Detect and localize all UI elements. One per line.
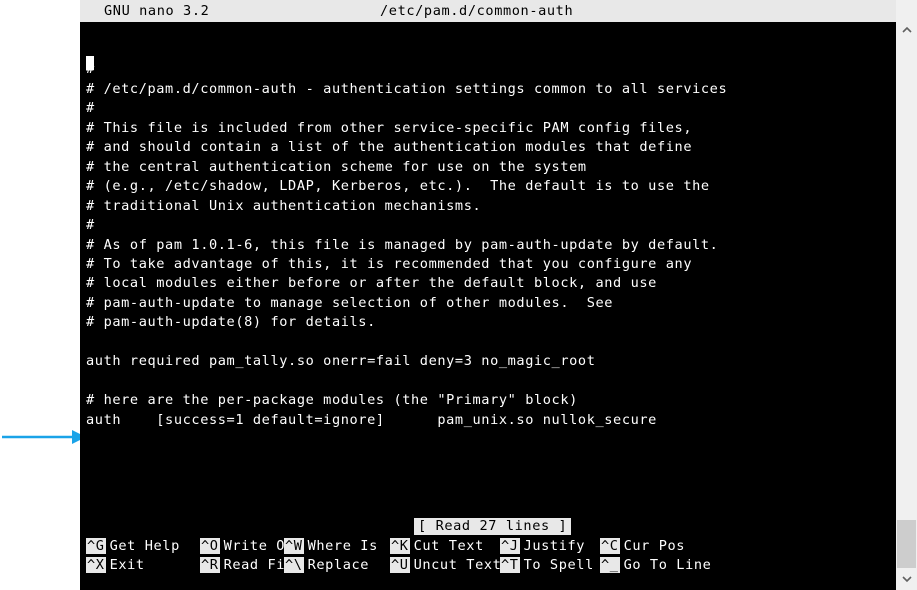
status-message: [ Read 27 lines ] [414,518,572,535]
shortcut-key: ^G [86,538,106,554]
shortcut-item[interactable]: ^U Uncut Text [390,556,501,574]
editor-line: # the central authentication scheme for … [86,158,587,175]
editor-line: # pam-auth-update(8) for details. [86,314,376,331]
shortcut-item[interactable]: ^G Get Help [86,537,180,555]
shortcut-label: Uncut Text [413,557,502,573]
editor-line: # [86,217,95,234]
scroll-thumb[interactable] [897,520,916,568]
app-title: GNU nano 3.2 [104,3,210,19]
shortcut-label: Where Is [307,538,378,554]
text-cursor [86,56,94,70]
editor-line: # pam-auth-update to manage selection of… [86,294,614,311]
shortcut-key: ^\ [284,557,304,573]
shortcut-key: ^R [200,557,220,573]
terminal-window[interactable]: GNU nano 3.2 /etc/pam.d/common-auth # # /… [80,0,896,590]
editor-line: auth required pam_tally.so onerr=fail de… [86,353,596,370]
shortcut-key: ^W [284,538,304,554]
chevron-down-icon [901,575,912,582]
shortcut-label: To Spell [523,557,594,573]
editor-line: # here are the per-package modules (the … [86,392,578,409]
shortcut-item[interactable]: ^\ Replace [284,556,369,574]
shortcut-key: ^J [500,538,520,554]
scroll-up-button[interactable] [896,0,917,76]
shortcut-key: ^U [390,557,410,573]
shortcut-key: ^C [600,538,620,554]
shortcut-label: Cut Text [413,538,484,554]
shortcut-label: Go To Line [623,557,712,573]
shortcut-key: ^X [86,557,106,573]
scroll-down-button[interactable] [896,568,917,590]
editor-line: # local modules either before or after t… [86,275,657,292]
title-bar: GNU nano 3.2 /etc/pam.d/common-auth [80,0,896,22]
shortcut-label: Replace [307,557,370,573]
shortcut-key: ^K [390,538,410,554]
shortcut-key: ^O [200,538,220,554]
shortcut-item[interactable]: ^X Exit [86,556,145,574]
editor-line: # As of pam 1.0.1-6, this file is manage… [86,236,719,253]
file-path: /etc/pam.d/common-auth [380,3,574,19]
shortcut-item[interactable]: ^C Cur Pos [600,537,685,555]
shortcut-item[interactable]: ^T To Spell [500,556,594,574]
editor-line: # [86,100,95,117]
editor-line: # traditional Unix authentication mechan… [86,197,482,214]
shortcut-item[interactable]: ^W Where Is [284,537,378,555]
editor-line: # This file is included from other servi… [86,119,693,136]
editor-line: # and should contain a list of the authe… [86,139,693,156]
arrow-right-icon [2,430,86,444]
vertical-scrollbar[interactable] [896,0,917,590]
chevron-up-icon [901,26,912,33]
shortcut-item[interactable]: ^K Cut Text [390,537,484,555]
shortcut-key: ^_ [600,557,620,573]
editor-line: # /etc/pam.d/common-auth - authenticatio… [86,80,728,97]
shortcut-item[interactable]: ^_ Go To Line [600,556,711,574]
editor-line: # To take advantage of this, it is recom… [86,255,693,272]
shortcut-label: Get Help [109,538,180,554]
shortcut-item[interactable]: ^J Justify [500,537,585,555]
shortcut-label: Justify [523,538,586,554]
shortcut-key: ^T [500,557,520,573]
editor-line: auth [success=1 default=ignore] pam_unix… [86,411,657,428]
shortcut-label: Exit [109,557,145,573]
editor-line: # (e.g., /etc/shadow, LDAP, Kerberos, et… [86,178,710,195]
shortcut-label: Cur Pos [623,538,686,554]
